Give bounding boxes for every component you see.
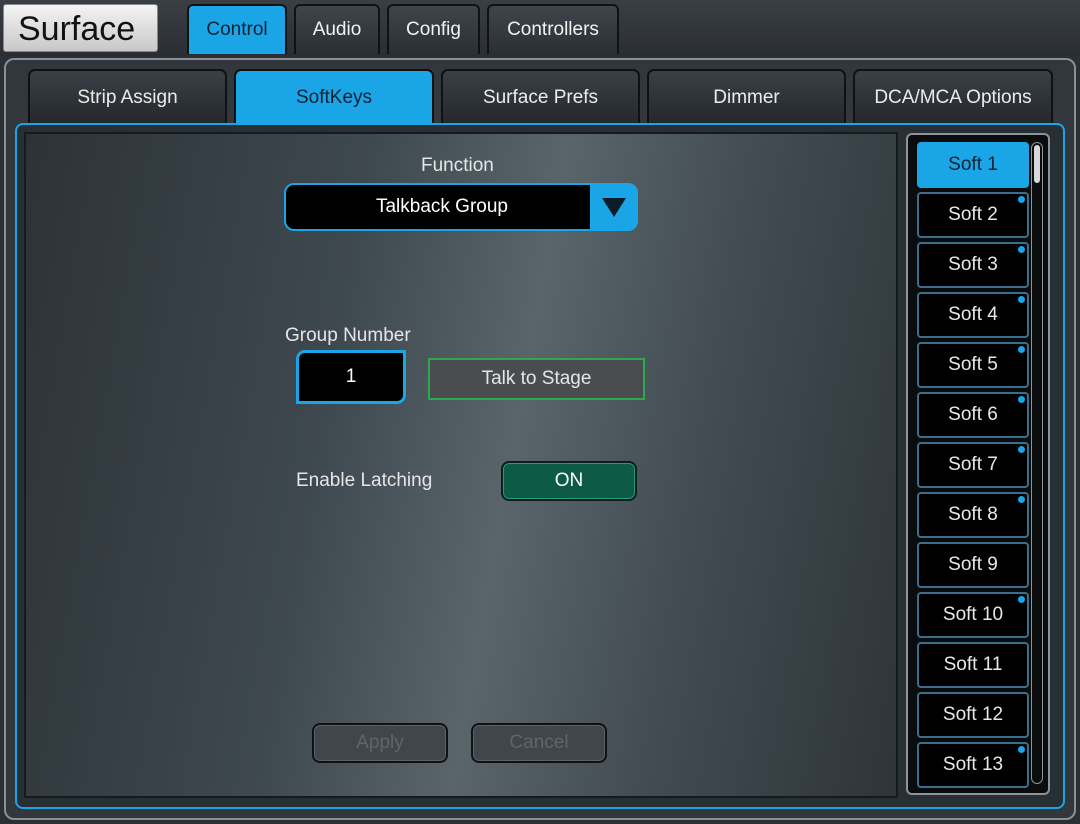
tab-dca-mca-options[interactable]: DCA/MCA Options <box>853 69 1053 124</box>
function-label: Function <box>421 155 494 176</box>
softkey-label: Soft 4 <box>948 304 998 325</box>
group-number-field[interactable]: 1 <box>296 350 406 404</box>
softkey-scrollbar[interactable] <box>1031 142 1043 784</box>
softkey-label: Soft 10 <box>942 604 1004 625</box>
softkey-item[interactable]: Soft 5 <box>917 342 1029 388</box>
enable-latching-label: Enable Latching <box>296 470 433 491</box>
softkey-label: Soft 12 <box>942 704 1004 725</box>
page-title: Surface <box>3 4 158 52</box>
softkey-settings-panel <box>24 132 898 798</box>
softkey-item[interactable]: Soft 12 <box>917 692 1029 738</box>
tab-config[interactable]: Config <box>387 4 480 54</box>
softkey-label: Soft 11 <box>943 654 1003 675</box>
group-name-field[interactable]: Talk to Stage <box>428 358 645 400</box>
tab-dimmer[interactable]: Dimmer <box>647 69 846 124</box>
softkey-item[interactable]: Soft 8 <box>917 492 1029 538</box>
softkey-label: Soft 9 <box>948 554 998 575</box>
softkey-item[interactable]: Soft 10 <box>917 592 1029 638</box>
softkey-label: Soft 6 <box>948 404 998 425</box>
softkey-item[interactable]: Soft 3 <box>917 242 1029 288</box>
softkey-label: Soft 1 <box>948 154 998 175</box>
tab-softkeys[interactable]: SoftKeys <box>234 69 434 124</box>
apply-button[interactable]: Apply <box>312 723 448 763</box>
tab-controllers[interactable]: Controllers <box>487 4 619 54</box>
softkey-item[interactable]: Soft 1 <box>917 142 1029 188</box>
assigned-indicator-icon <box>1018 346 1025 353</box>
tab-strip-assign[interactable]: Strip Assign <box>28 69 227 124</box>
softkey-label: Soft 2 <box>948 204 998 225</box>
softkey-item[interactable]: Soft 6 <box>917 392 1029 438</box>
softkey-item[interactable]: Soft 4 <box>917 292 1029 338</box>
assigned-indicator-icon <box>1018 596 1025 603</box>
cancel-button[interactable]: Cancel <box>471 723 607 763</box>
assigned-indicator-icon <box>1018 396 1025 403</box>
softkey-label: Soft 13 <box>942 754 1004 775</box>
softkey-label: Soft 5 <box>948 354 998 375</box>
softkey-item[interactable]: Soft 9 <box>917 542 1029 588</box>
tab-control[interactable]: Control <box>187 4 287 54</box>
assigned-indicator-icon <box>1018 446 1025 453</box>
softkey-label: Soft 3 <box>948 254 998 275</box>
group-number-label: Group Number <box>285 325 411 346</box>
function-dropdown[interactable]: Talkback Group <box>284 183 638 231</box>
function-value: Talkback Group <box>375 196 508 217</box>
softkey-label: Soft 8 <box>948 504 998 525</box>
scrollbar-thumb[interactable] <box>1034 145 1040 183</box>
assigned-indicator-icon <box>1018 746 1025 753</box>
softkey-item[interactable]: Soft 7 <box>917 442 1029 488</box>
triangle-down-icon[interactable] <box>590 183 638 231</box>
tab-audio[interactable]: Audio <box>294 4 380 54</box>
softkey-label: Soft 7 <box>948 454 998 475</box>
softkey-item[interactable]: Soft 11 <box>917 642 1029 688</box>
assigned-indicator-icon <box>1018 496 1025 503</box>
assigned-indicator-icon <box>1018 246 1025 253</box>
assigned-indicator-icon <box>1018 296 1025 303</box>
tab-surface-prefs[interactable]: Surface Prefs <box>441 69 640 124</box>
softkey-item[interactable]: Soft 2 <box>917 192 1029 238</box>
assigned-indicator-icon <box>1018 196 1025 203</box>
softkey-item[interactable]: Soft 13 <box>917 742 1029 788</box>
enable-latching-toggle[interactable]: ON <box>501 461 637 501</box>
